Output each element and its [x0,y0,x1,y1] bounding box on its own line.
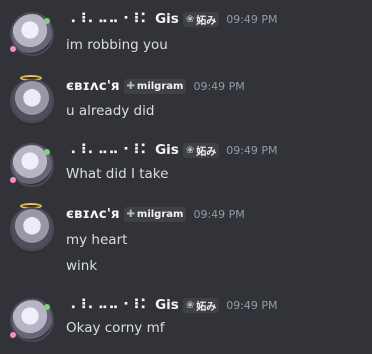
author-name[interactable]: євɪʌc'я [66,206,120,222]
timestamp[interactable]: 09:49 PM [226,144,277,157]
message-header: євɪʌc'я ✚ milgram 09:49 PM [66,78,245,94]
avatar-decoration-heart-icon [10,177,16,183]
message-text: my heart [66,232,128,248]
message-header: ⠠⠸⠄⠤⠤⠐⠸⠅ Gis ❀ 妬み 09:49 PM [66,297,278,313]
guild-tag-label: milgram [136,80,184,92]
author-name[interactable]: євɪʌc'я [66,78,120,94]
author-name[interactable]: ⠠⠸⠄⠤⠤⠐⠸⠅ Gis [66,142,179,158]
flower-icon: ❀ [185,144,195,156]
timestamp[interactable]: 09:49 PM [193,80,244,93]
timestamp[interactable]: 09:49 PM [226,299,277,312]
cross-icon: ✚ [126,80,135,92]
guild-tag-label: 妬み [196,15,217,27]
avatar-decoration-leaf-icon [44,304,50,310]
avatar[interactable] [12,81,52,121]
message-text: u already did [66,103,155,119]
message-text: im robbing you [66,37,168,53]
guild-tag[interactable]: ✚ milgram [123,206,187,222]
message-text: What did I take [66,166,169,182]
message-header: євɪʌc'я ✚ milgram 09:49 PM [66,206,245,222]
message-header: ⠠⠸⠄⠤⠤⠐⠸⠅ Gis ❀ 妬み 09:49 PM [66,142,278,158]
timestamp[interactable]: 09:49 PM [193,208,244,221]
message-text: Okay corny mf [66,320,165,336]
guild-tag[interactable]: ❀ 妬み [182,297,220,313]
guild-tag[interactable]: ❀ 妬み [182,11,220,27]
guild-tag[interactable]: ❀ 妬み [182,142,220,158]
message-header: ⠠⠸⠄⠤⠤⠐⠸⠅ Gis ❀ 妬み 09:49 PM [66,11,278,27]
author-name[interactable]: ⠠⠸⠄⠤⠤⠐⠸⠅ Gis [66,297,179,313]
author-name[interactable]: ⠠⠸⠄⠤⠤⠐⠸⠅ Gis [66,11,179,27]
guild-tag-label: 妬み [196,146,217,158]
cross-icon: ✚ [126,208,135,220]
avatar[interactable] [12,209,52,249]
flower-icon: ❀ [185,299,195,311]
avatar-decoration-heart-icon [10,46,16,52]
message-text: wink [66,258,98,274]
flower-icon: ❀ [185,13,195,25]
guild-tag-label: milgram [136,208,184,220]
avatar-decoration-leaf-icon [44,18,50,24]
guild-tag-label: 妬み [196,301,217,313]
avatar-decoration-leaf-icon [44,149,50,155]
timestamp[interactable]: 09:49 PM [226,13,277,26]
guild-tag[interactable]: ✚ milgram [123,78,187,94]
avatar-decoration-heart-icon [10,332,16,338]
